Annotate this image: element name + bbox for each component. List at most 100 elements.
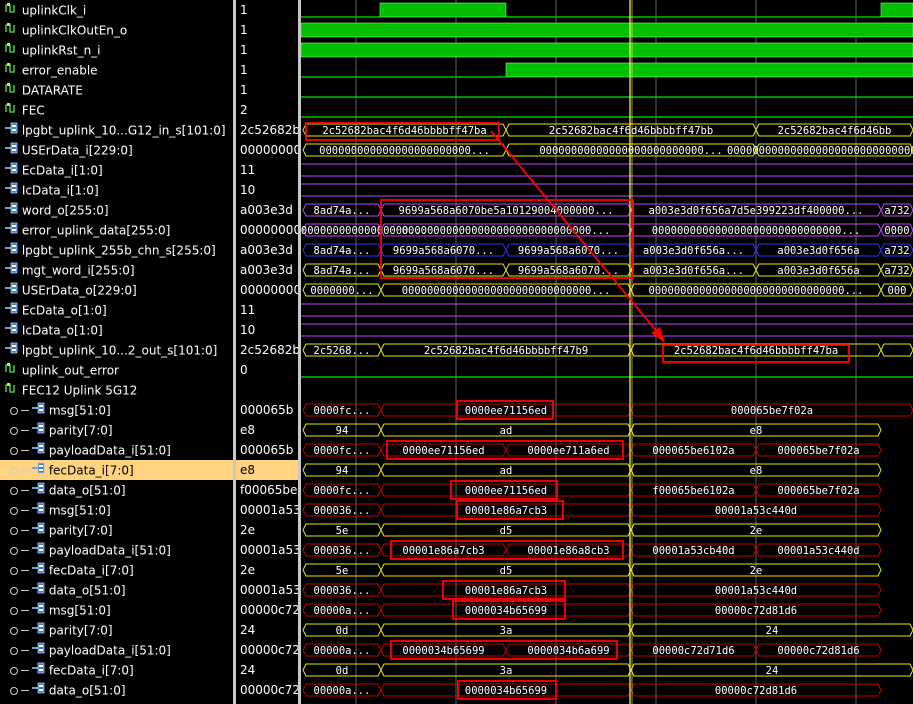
- signal-name-row[interactable]: IcData_o[1:0]: [0, 320, 233, 340]
- signal-name-row[interactable]: lpgbt_uplink_255b_chn_s[255:0]: [0, 240, 233, 260]
- expand-bullet-icon[interactable]: [10, 586, 18, 595]
- bus-value-label: 5e: [336, 565, 349, 577]
- signal-name-row[interactable]: USErData_i[229:0]: [0, 140, 233, 160]
- expand-bullet-icon[interactable]: [10, 446, 18, 455]
- signal-name-row[interactable]: payloadData_i[51:0]: [0, 440, 233, 460]
- signal-name-row[interactable]: word_o[255:0]: [0, 200, 233, 220]
- expand-bullet-icon[interactable]: [10, 426, 18, 435]
- bus-signal-icon: [4, 301, 18, 321]
- signal-name-row[interactable]: data_o[51:0]: [0, 680, 233, 700]
- bus-signal-icon: [4, 161, 18, 181]
- signal-name-row[interactable]: msg[51:0]: [0, 500, 233, 520]
- signal-name-row[interactable]: parity[7:0]: [0, 620, 233, 640]
- signal-name-row[interactable]: uplink_out_error: [0, 360, 233, 380]
- signal-name-row[interactable]: FEC12 Uplink 5G12: [0, 380, 233, 400]
- logic-signal-icon: [4, 21, 18, 41]
- expand-bullet-icon[interactable]: [10, 606, 18, 615]
- signal-name-row[interactable]: uplinkClk_i: [0, 0, 233, 20]
- logic-signal-icon: [4, 101, 18, 121]
- bus-value-label: 0000fc...: [314, 405, 371, 417]
- signal-value-cell: 10: [240, 183, 256, 197]
- bus-value-label: 2e: [750, 565, 763, 577]
- signal-value-pane: 1 1 1 1 1 2 2c52682b 00000000 11 10 a003e3d 0000000…: [236, 0, 298, 704]
- bus-value-label: d5: [500, 525, 513, 537]
- signal-name-row[interactable]: IcData_i[1:0]: [0, 180, 233, 200]
- signal-name-row[interactable]: error_uplink_data[255:0]: [0, 220, 233, 240]
- signal-value-cell: 00001a53: [240, 583, 298, 597]
- signal-name-row[interactable]: parity[7:0]: [0, 520, 233, 540]
- signal-name-row[interactable]: uplinkRst_n_i: [0, 40, 233, 60]
- bus-value-label: 8ad74a...: [314, 245, 371, 257]
- bus-value-label: 000065be6102a: [652, 445, 734, 457]
- signal-name-row[interactable]: lpgbt_uplink_10...2_out_s[101:0]: [0, 340, 233, 360]
- signal-value-cell: f00065be: [240, 483, 298, 497]
- signal-name-row[interactable]: fecData_i[7:0]: [0, 660, 233, 680]
- bus-value-label: 9699a568a6070...: [518, 245, 619, 257]
- logic-signal-icon: [4, 61, 18, 81]
- signal-value-cell: 11: [240, 163, 256, 177]
- bus-value-label: 0000fc...: [314, 485, 371, 497]
- signal-name-row[interactable]: payloadData_i[51:0]: [0, 540, 233, 560]
- signal-name-row[interactable]: fecData_i[7:0]: [0, 560, 233, 580]
- signal-name-label: mgt_word_i[255:0]: [21, 263, 135, 278]
- expand-bullet-icon[interactable]: [10, 466, 18, 475]
- signal-name-row[interactable]: data_o[51:0]: [0, 580, 233, 600]
- bus-value-label: 0d: [336, 665, 349, 677]
- bus-signal-icon: [4, 201, 18, 221]
- bus-signal-icon: [31, 581, 45, 601]
- signal-name-row[interactable]: payloadData_i[51:0]: [0, 640, 233, 660]
- signal-name-label: lpgbt_uplink_255b_chn_s[255:0]: [21, 243, 216, 258]
- bus-value-label: 0000000000000000000000000000000...: [727, 145, 913, 157]
- signal-name-label: DATARATE: [21, 83, 83, 98]
- signal-name-row[interactable]: uplinkClkOutEn_o: [0, 20, 233, 40]
- expand-bullet-icon[interactable]: [10, 486, 18, 495]
- bus-value-label: 00001e86a7cb3: [465, 505, 547, 517]
- signal-name-row[interactable]: parity[7:0]: [0, 420, 233, 440]
- bus-signal-icon: [31, 461, 45, 481]
- expand-bullet-icon[interactable]: [10, 546, 18, 555]
- expand-bullet-icon[interactable]: [10, 646, 18, 655]
- bus-value-label: 00000c72d71d6: [652, 645, 734, 657]
- signal-value-cell: a003e3d: [240, 243, 293, 257]
- expand-bullet-icon[interactable]: [10, 566, 18, 575]
- expand-bullet-icon[interactable]: [10, 686, 18, 695]
- bus-signal-icon: [31, 441, 45, 461]
- signal-value-cell: 2: [240, 103, 248, 117]
- signal-name-label: parity[7:0]: [48, 523, 113, 538]
- expand-bullet-icon[interactable]: [10, 626, 18, 635]
- signal-value-cell: 11: [240, 303, 256, 317]
- expand-bullet-icon[interactable]: [10, 506, 18, 515]
- waveform-canvas[interactable]: 2c52682bac4f6d46bbbbff47ba 2c52682bac4f6d…: [301, 0, 913, 704]
- expand-bullet-icon[interactable]: [10, 406, 18, 415]
- bus-value-label: 3a: [500, 625, 513, 637]
- bus-value-label: 0000000...: [310, 285, 373, 297]
- signal-name-row[interactable]: FEC: [0, 100, 233, 120]
- signal-name-row[interactable]: mgt_word_i[255:0]: [0, 260, 233, 280]
- bus-value-label: a732: [884, 265, 909, 277]
- signal-name-label: uplinkClkOutEn_o: [21, 23, 128, 38]
- tree-line-icon: [21, 430, 29, 431]
- bus-value-label: 9699a568a6070...: [393, 245, 494, 257]
- signal-value-cell: e8: [240, 423, 256, 437]
- group-icon: [4, 381, 18, 401]
- signal-name-label: payloadData_i[51:0]: [48, 443, 171, 458]
- signal-name-label: uplinkClk_i: [21, 3, 87, 18]
- bus-signal-icon: [31, 661, 45, 681]
- waveform-pane[interactable]: 2c52682bac4f6d46bbbbff47ba 2c52682bac4f6d…: [301, 0, 913, 704]
- signal-name-row[interactable]: fecData_i[7:0]: [0, 460, 233, 480]
- signal-name-row[interactable]: msg[51:0]: [0, 400, 233, 420]
- signal-name-row[interactable]: lpgbt_uplink_10...G12_in_s[101:0]: [0, 120, 233, 140]
- signal-name-row[interactable]: EcData_o[1:0]: [0, 300, 233, 320]
- expand-bullet-icon[interactable]: [10, 526, 18, 535]
- signal-value-cell: 1: [240, 63, 248, 77]
- signal-name-label: payloadData_i[51:0]: [48, 643, 171, 658]
- signal-name-row[interactable]: EcData_i[1:0]: [0, 160, 233, 180]
- signal-name-row[interactable]: DATARATE: [0, 80, 233, 100]
- signal-name-row[interactable]: data_o[51:0]: [0, 480, 233, 500]
- bus-value-label: 2c52682bac4f6d46bbbbff47ba: [674, 345, 838, 357]
- signal-name-row[interactable]: error_enable: [0, 60, 233, 80]
- bus-value-label: 2c52682bac4f6d46bbbbff47bb: [549, 125, 713, 137]
- signal-name-row[interactable]: USErData_o[229:0]: [0, 280, 233, 300]
- signal-name-row[interactable]: msg[51:0]: [0, 600, 233, 620]
- expand-bullet-icon[interactable]: [10, 666, 18, 675]
